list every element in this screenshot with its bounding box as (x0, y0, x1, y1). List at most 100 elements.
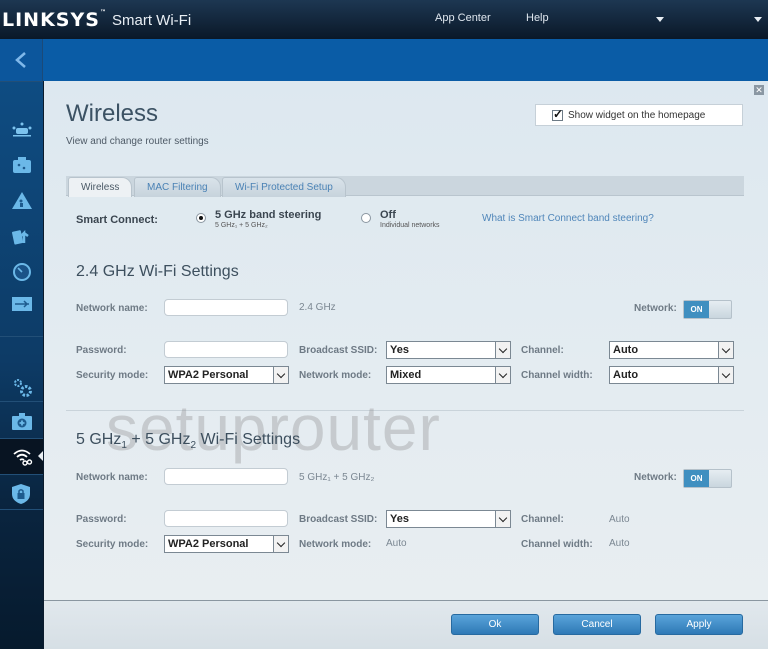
band-steering-radio[interactable] (196, 213, 206, 223)
sidebar-item-connectivity[interactable] (0, 369, 43, 404)
shield-lock-icon (12, 484, 30, 504)
help-link[interactable]: Help (526, 12, 549, 24)
channel-width-select-24[interactable]: Auto (609, 366, 734, 384)
channel-select-24[interactable]: Auto (609, 341, 734, 359)
channel-width-label-5: Channel width: (521, 539, 593, 550)
password-input-5[interactable] (164, 510, 288, 527)
speedometer-icon (13, 263, 31, 281)
section-24ghz-heading: 2.4 GHz Wi-Fi Settings (76, 263, 239, 280)
network-mode-label-5: Network mode: (299, 539, 372, 550)
sidebar-item-speed-test[interactable] (0, 253, 43, 288)
select-value: Auto (613, 344, 639, 356)
smart-connect-off-radio[interactable] (361, 213, 371, 223)
network-name-hint-24: 2.4 GHz (299, 302, 336, 313)
page-title: Wireless (66, 100, 159, 127)
apply-button[interactable]: Apply (655, 614, 743, 635)
channel-value-5: Auto (609, 514, 630, 525)
channel-label-5: Channel: (521, 514, 564, 525)
watermark: setuprouter (106, 392, 441, 464)
tab-mac-filtering[interactable]: MAC Filtering (134, 177, 221, 197)
network-name-input-24[interactable] (164, 299, 288, 316)
page-subtitle: View and change router settings (66, 136, 209, 147)
network-name-label-5: Network name: (76, 472, 148, 483)
network-toggle-label-5: Network: (634, 472, 677, 483)
smart-connect-label: Smart Connect: (76, 214, 158, 226)
security-mode-select-24[interactable]: WPA2 Personal (164, 366, 289, 384)
sidebar-item-wireless[interactable] (0, 439, 43, 474)
parental-controls-icon (12, 192, 32, 209)
app-center-link[interactable]: App Center (435, 12, 491, 24)
usb-icon (12, 297, 32, 311)
language-dropdown-icon[interactable] (754, 17, 762, 22)
select-value: WPA2 Personal (168, 538, 249, 550)
security-mode-label-5: Security mode: (76, 539, 149, 550)
channel-width-value-5: Auto (609, 538, 630, 549)
tab-strip: Wireless MAC Filtering Wi-Fi Protected S… (66, 176, 744, 197)
toggle-state: ON (684, 301, 709, 318)
network-name-label-24: Network name: (76, 303, 148, 314)
back-button[interactable] (0, 39, 43, 81)
network-name-input-5[interactable] (164, 468, 288, 485)
network-toggle-label-24: Network: (634, 303, 677, 314)
password-input-24[interactable] (164, 341, 288, 358)
product-name: Smart Wi-Fi (112, 12, 192, 29)
broadcast-ssid-label-24: Broadcast SSID: (299, 345, 378, 356)
chevron-down-icon (273, 536, 288, 552)
media-prioritization-icon (12, 229, 29, 245)
select-value: Yes (390, 513, 409, 525)
select-value: Auto (613, 369, 639, 381)
password-label-24: Password: (76, 345, 127, 356)
show-widget-option: Show widget on the homepage (535, 104, 743, 126)
top-bar: LINKSYS™ Smart Wi-Fi App Center Help (0, 0, 768, 39)
select-value: WPA2 Personal (168, 369, 249, 381)
security-mode-select-5[interactable]: WPA2 Personal (164, 535, 289, 553)
sidebar-item-parental-controls[interactable] (0, 183, 43, 218)
chevron-down-icon (718, 342, 733, 358)
show-widget-checkbox[interactable] (552, 107, 563, 121)
select-value: Mixed (390, 369, 422, 381)
section-5ghz-heading: 5 GHz1 + 5 GHz2 Wi-Fi Settings (76, 431, 301, 452)
guest-access-icon (13, 157, 31, 173)
sidebar-item-guest-access[interactable] (0, 148, 43, 183)
broadcast-ssid-select-24[interactable]: Yes (386, 341, 511, 359)
trademark: ™ (99, 9, 107, 16)
smart-connect-off-sub: Individual networks (380, 222, 440, 229)
toggle-state: ON (684, 470, 709, 487)
tab-wireless[interactable]: Wireless (68, 177, 133, 197)
channel-label-24: Channel: (521, 345, 564, 356)
smart-connect-help-link[interactable]: What is Smart Connect band steering? (482, 213, 654, 224)
chevron-left-icon (15, 52, 26, 68)
band-steering-sub: 5 GHz₁ + 5 GHz₂ (215, 222, 268, 229)
select-value: Yes (390, 344, 409, 356)
sidebar-item-troubleshooting[interactable] (0, 404, 43, 439)
sidebar-item-security[interactable] (0, 475, 43, 510)
sidebar-item-external-storage[interactable] (0, 288, 43, 323)
sidebar (0, 81, 43, 649)
broadcast-ssid-select-5[interactable]: Yes (386, 510, 511, 528)
cancel-button[interactable]: Cancel (553, 614, 641, 635)
password-label-5: Password: (76, 514, 127, 525)
chevron-down-icon (495, 342, 510, 358)
gears-icon (14, 379, 32, 397)
network-mode-select-24[interactable]: Mixed (386, 366, 511, 384)
tab-wifi-protected-setup[interactable]: Wi-Fi Protected Setup (222, 177, 346, 197)
show-widget-label: Show widget on the homepage (568, 110, 706, 121)
network-toggle-24[interactable]: ON (683, 300, 732, 319)
network-name-hint-5: 5 GHz₁ + 5 GHz₂ (299, 472, 375, 483)
sidebar-item-device-list[interactable] (0, 113, 43, 148)
wifi-gear-icon (13, 449, 33, 466)
band-steering-option: 5 GHz band steering (215, 209, 322, 221)
linksys-logo: LINKSYS™ (2, 9, 107, 31)
channel-width-label-24: Channel width: (521, 370, 593, 381)
section-divider (66, 410, 744, 411)
brand-name: LINKSYS (2, 9, 100, 31)
devices-icon (12, 122, 32, 137)
title-bar (0, 39, 768, 81)
first-aid-icon (12, 413, 32, 430)
close-icon[interactable]: ✕ (754, 85, 764, 95)
ok-button[interactable]: Ok (451, 614, 539, 635)
account-dropdown-icon[interactable] (656, 17, 664, 22)
chevron-down-icon (273, 367, 288, 383)
network-toggle-5[interactable]: ON (683, 469, 732, 488)
sidebar-item-media-prioritization[interactable] (0, 218, 43, 253)
